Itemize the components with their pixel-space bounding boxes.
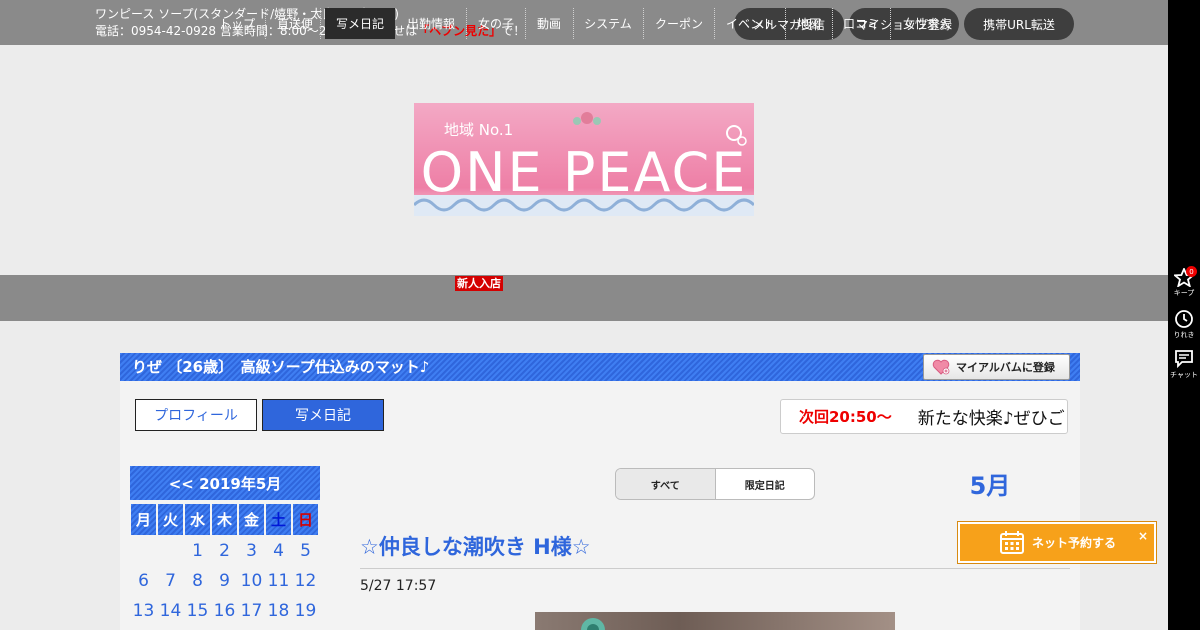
diary-month: 5月 (969, 471, 1011, 500)
history-label: りれき (1173, 331, 1195, 339)
nav-divider (573, 8, 574, 39)
ticker-time: 次回20:50～ (799, 408, 892, 426)
nav-recruit[interactable]: 女性求人 (894, 8, 960, 39)
nav-video[interactable]: 動画 (529, 8, 569, 39)
nav-direct[interactable]: 直送便 (270, 8, 320, 39)
calendar-day[interactable]: 3 (239, 539, 264, 563)
history-button[interactable]: りれき (1168, 309, 1200, 340)
reserve-close-button[interactable]: × (1138, 529, 1148, 543)
calendar-day[interactable]: 15 (185, 599, 210, 623)
tab-profile[interactable]: プロフィール (135, 399, 257, 431)
nav-divider (643, 8, 644, 39)
post-title[interactable]: ☆仲良しな潮吹き H様☆ (360, 531, 591, 561)
weekday-label: 水 (185, 504, 210, 535)
mobile-url-button[interactable]: 携帯URL転送 (964, 8, 1074, 40)
reserve-label: ネット予約する (1032, 536, 1117, 550)
calendar-day[interactable]: 13 (131, 599, 156, 623)
calendar-day[interactable]: 17 (239, 599, 264, 623)
calendar-day[interactable]: 2 (212, 539, 237, 563)
calendar-day[interactable]: 9 (212, 569, 237, 593)
chat-icon (1175, 350, 1193, 369)
weekday-label: 月 (131, 504, 156, 535)
tab-photo-diary[interactable]: 写メ日記 (262, 399, 384, 431)
keep-count-badge: 0 (1186, 266, 1197, 277)
post-divider (360, 568, 1070, 569)
my-album-label: マイアルバムに登録 (956, 361, 1055, 374)
nav-schedule[interactable]: 出勤情報 (400, 8, 462, 39)
keep-label: キープ (1173, 289, 1195, 297)
calendar-day[interactable]: 12 (293, 569, 318, 593)
post-date: 5/27 17:57 (360, 578, 437, 594)
nav-divider (785, 8, 786, 39)
next-schedule-ticker: 次回20:50～ 新たな快楽♪ぜひご (780, 399, 1068, 434)
nav-divider (265, 8, 266, 39)
calendar-prev-month[interactable]: << 2019年5月 (130, 466, 320, 500)
calendar-day[interactable]: 10 (239, 569, 264, 593)
calendar-day[interactable]: 7 (158, 569, 183, 593)
calendar-day[interactable]: 11 (266, 569, 291, 593)
calendar-day[interactable]: 19 (293, 599, 318, 623)
logo-title: ONE PEACE (421, 141, 748, 204)
post-photo[interactable] (535, 612, 895, 630)
chat-label: チャット (1170, 371, 1198, 379)
nav-top[interactable]: トップ (210, 8, 264, 39)
calendar-day[interactable]: 5 (293, 539, 318, 563)
nav-divider (320, 8, 321, 39)
heart-icon (932, 359, 950, 375)
chat-button[interactable]: チャット (1168, 349, 1200, 380)
nav-girls[interactable]: 女の子 (470, 8, 522, 39)
diary-filter: すべて 限定日記 (615, 468, 815, 500)
net-reserve-button[interactable]: ネット予約する (958, 522, 1156, 563)
nav-divider (466, 8, 467, 39)
shop-logo[interactable]: 地域 No.1 ONE PEACE (414, 103, 754, 216)
calendar-day[interactable]: 1 (185, 539, 210, 563)
calendar-day[interactable]: 6 (131, 569, 156, 593)
logo-tagline: 地域 No.1 (444, 121, 513, 139)
calendar-day[interactable]: 18 (266, 599, 291, 623)
weekday-label: 火 (158, 504, 183, 535)
nav-divider (714, 8, 715, 39)
weekday-label: 木 (212, 504, 237, 535)
header: 地域 No.1 ONE PEACE (0, 45, 1168, 275)
weekday-label: 日 (293, 504, 318, 535)
nav-system[interactable]: システム (577, 8, 639, 39)
nav-divider (525, 8, 526, 39)
ticker-message: 新たな快楽♪ぜひご (917, 409, 1065, 429)
calendar-day[interactable]: 4 (266, 539, 291, 563)
nav-event[interactable]: イベント (718, 8, 782, 39)
my-album-button[interactable]: マイアルバムに登録 (923, 354, 1070, 380)
nav-photo-diary[interactable]: 写メ日記 (325, 8, 395, 39)
nav-reviews[interactable]: 口コミ (836, 8, 886, 39)
filter-all[interactable]: すべて (616, 469, 716, 499)
calendar-day[interactable]: 16 (212, 599, 237, 623)
calendar-day[interactable]: 14 (158, 599, 183, 623)
calendar-day[interactable]: 8 (185, 569, 210, 593)
history-icon (1175, 310, 1193, 328)
new-girl-badge: 新人入店 (455, 276, 503, 291)
nav-divider (832, 8, 833, 39)
nav-coupon[interactable]: クーポン (647, 8, 711, 39)
main-nav (0, 275, 1168, 321)
weekday-label: 金 (239, 504, 264, 535)
filter-limited[interactable]: 限定日記 (716, 469, 815, 499)
nav-divider (890, 8, 891, 39)
nav-map[interactable]: 地図 (789, 8, 829, 39)
weekday-label: 土 (266, 504, 291, 535)
calendar-icon (1000, 531, 1024, 554)
